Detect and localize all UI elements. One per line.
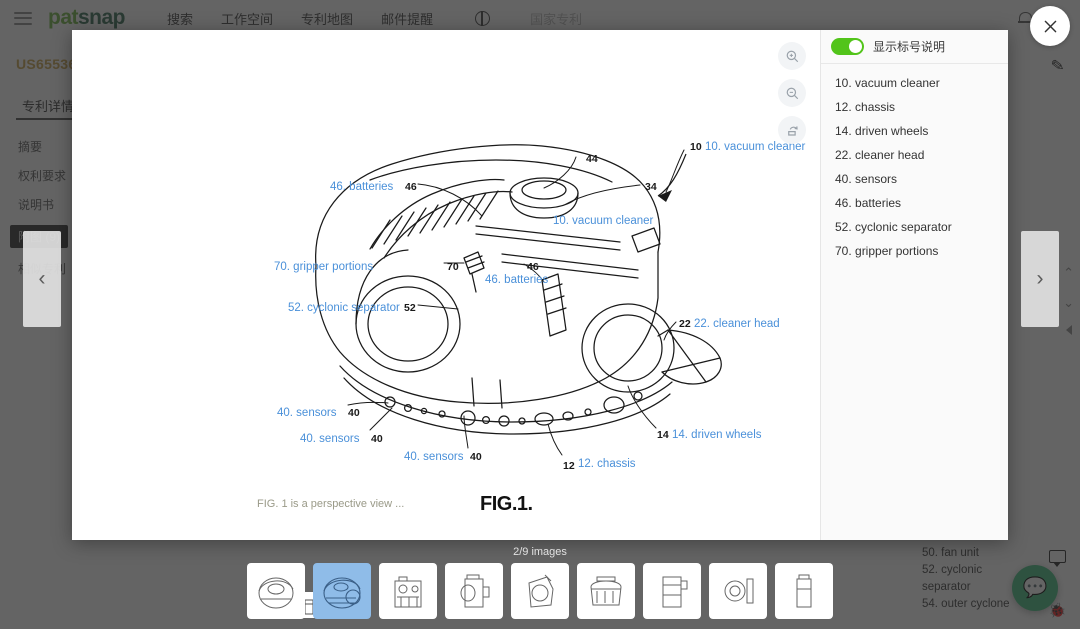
- thumbnail-item[interactable]: [577, 563, 635, 619]
- prev-image-button[interactable]: ‹: [23, 231, 61, 327]
- list-item[interactable]: 22. cleaner head: [835, 148, 1008, 162]
- thumbnail-item[interactable]: [313, 563, 371, 619]
- thumbnail-item[interactable]: [379, 563, 437, 619]
- thumbnail-item[interactable]: [643, 563, 701, 619]
- annotation-70[interactable]: 70. gripper portions: [274, 261, 373, 273]
- list-item[interactable]: 12. chassis: [835, 100, 1008, 114]
- annotation-14[interactable]: 14. driven wheels: [672, 429, 762, 441]
- refnum-14: 14: [657, 429, 669, 441]
- annotation-40-b[interactable]: 40. sensors: [300, 433, 359, 445]
- show-labels-toggle[interactable]: [831, 38, 864, 55]
- refnum-22: 22: [679, 318, 691, 330]
- refnum-12: 12: [563, 460, 575, 472]
- thumbnail-item[interactable]: [445, 563, 503, 619]
- thumbnail-strip: [0, 563, 1080, 619]
- image-counter: 2/9 images: [0, 546, 1080, 558]
- next-image-button[interactable]: ›: [1021, 231, 1059, 327]
- refnum-44: 44: [586, 153, 598, 165]
- thumbnail-item[interactable]: [775, 563, 833, 619]
- annotation-10-mid[interactable]: 10. vacuum cleaner: [553, 215, 653, 227]
- annotation-40-c[interactable]: 40. sensors: [404, 451, 463, 463]
- close-button[interactable]: [1030, 6, 1070, 46]
- refnum-46-b: 46: [527, 261, 539, 273]
- list-item[interactable]: 40. sensors: [835, 172, 1008, 186]
- patent-drawing: [72, 30, 820, 540]
- list-item[interactable]: 46. batteries: [835, 196, 1008, 210]
- refnum-10: 10: [690, 141, 702, 153]
- show-labels-label: 显示标号说明: [873, 38, 945, 55]
- refnum-70: 70: [447, 261, 459, 273]
- annotation-40-a[interactable]: 40. sensors: [277, 407, 336, 419]
- thumbnail-item[interactable]: [511, 563, 569, 619]
- refnum-40-a: 40: [348, 407, 360, 419]
- list-item[interactable]: 10. vacuum cleaner: [835, 76, 1008, 90]
- screen: patsnap 搜索 工作空间 专利地图 邮件提醒 国家专利 ? US65536…: [0, 0, 1080, 629]
- refnum-52: 52: [404, 302, 416, 314]
- refnum-40-b: 40: [371, 433, 383, 445]
- zoom-in-icon[interactable]: [778, 42, 806, 70]
- zoom-toolbar: [778, 42, 806, 144]
- thumbnail-item[interactable]: [247, 563, 305, 619]
- refnum-40-c: 40: [470, 451, 482, 463]
- annotation-12[interactable]: 12. chassis: [578, 458, 636, 470]
- annotation-22[interactable]: 22. cleaner head: [694, 318, 780, 330]
- figure-viewport[interactable]: 10. vacuum cleaner 10. vacuum cleaner 46…: [72, 30, 820, 540]
- figure-caption: FIG. 1 is a perspective view ...: [257, 498, 404, 510]
- annotation-46-left[interactable]: 46. batteries: [330, 181, 393, 193]
- reference-panel: 显示标号说明 10. vacuum cleaner 12. chassis 14…: [820, 30, 1008, 540]
- list-item[interactable]: 52. cyclonic separator: [835, 220, 1008, 234]
- refnum-34: 34: [645, 181, 657, 193]
- thumbnail-item[interactable]: [709, 563, 767, 619]
- reference-item-list: 10. vacuum cleaner 12. chassis 14. drive…: [821, 64, 1008, 258]
- rotate-icon[interactable]: [778, 116, 806, 144]
- figure-title: FIG.1.: [480, 493, 533, 516]
- annotation-52[interactable]: 52. cyclonic separator: [288, 302, 400, 314]
- image-viewer-modal: 10. vacuum cleaner 10. vacuum cleaner 46…: [72, 30, 1008, 540]
- list-item[interactable]: 70. gripper portions: [835, 244, 1008, 258]
- reference-panel-header: 显示标号说明: [821, 30, 1008, 64]
- annotation-46-mid[interactable]: 46. batteries: [485, 274, 548, 286]
- list-item[interactable]: 14. driven wheels: [835, 124, 1008, 138]
- refnum-46-a: 46: [405, 181, 417, 193]
- zoom-out-icon[interactable]: [778, 79, 806, 107]
